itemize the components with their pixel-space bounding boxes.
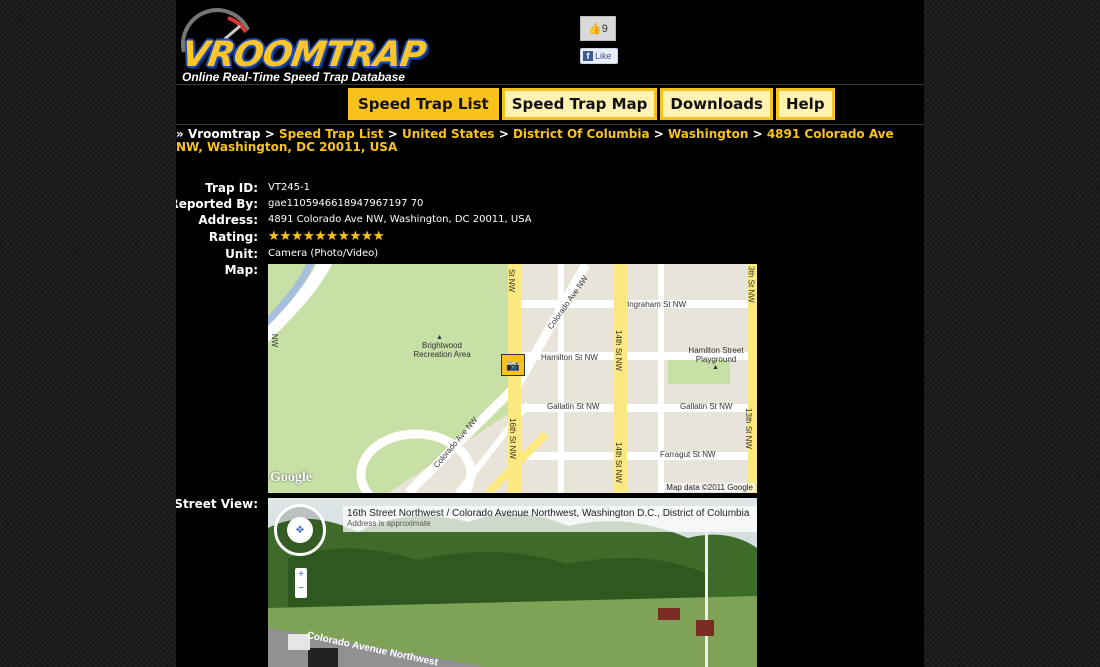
map-label-16th-bottom: 16th St NW [507, 418, 517, 459]
nav-speed-trap-map[interactable]: Speed Trap Map [501, 88, 658, 120]
star-icon: ★ [361, 228, 373, 243]
breadcrumb-separator: > [653, 127, 664, 141]
logo-wordmark: VROOMTRAP [179, 35, 428, 75]
trap-id-label: Trap ID: [205, 181, 258, 195]
nav-downloads[interactable]: Downloads [660, 88, 773, 120]
star-icon: ★ [291, 228, 303, 243]
nav-speed-trap-list[interactable]: Speed Trap List [348, 88, 499, 120]
breadcrumb-separator: > [387, 127, 398, 141]
star-icon: ★ [268, 228, 280, 243]
star-icon: ★ [372, 228, 385, 243]
thumbs-up-icon: 👍 [588, 23, 602, 35]
google-logo[interactable]: Google [270, 470, 312, 486]
zoom-in-icon[interactable]: + [295, 568, 307, 582]
star-icon: ★ [302, 228, 315, 243]
pan-compass-control[interactable]: ✥ [274, 504, 326, 556]
zoom-out-icon[interactable]: − [295, 582, 307, 596]
zoom-control[interactable]: + − [295, 568, 307, 598]
breadcrumb: » Vroomtrap > Speed Trap List > United S… [176, 128, 924, 154]
trap-id-value: VT245-1 [268, 182, 311, 193]
map-label-gallatin: Gallatin St NW [547, 402, 600, 411]
breadcrumb-speed-trap-list[interactable]: Speed Trap List [279, 127, 384, 141]
page-container: VROOMTRAP Online Real-Time Speed Trap Da… [176, 0, 924, 667]
map-label-rec-area: Brightwood Recreation Area [413, 341, 471, 359]
breadcrumb-home[interactable]: Vroomtrap [188, 127, 261, 141]
map-label-14th-top: 14th St NW [613, 330, 623, 371]
map-label-13th-top: 3th St NW [746, 266, 756, 303]
street-view[interactable]: 16th Street Northwest / Colorado Avenue … [268, 498, 757, 667]
star-icon: ★ [337, 228, 350, 243]
social-buttons: 👍 9 f Like [580, 16, 618, 64]
map-label-14th-bottom: 14th St NW [613, 442, 623, 483]
map-label-playground: Hamilton Street Playground [688, 346, 744, 364]
breadcrumb-country[interactable]: United States [402, 127, 495, 141]
unit-label: Unit: [225, 247, 258, 261]
street-view-title: 16th Street Northwest / Colorado Avenue … [347, 508, 750, 519]
nav-divider [176, 124, 924, 125]
map-label-hamilton: Hamilton St NW [541, 353, 598, 362]
rating-label: Rating: [208, 230, 258, 244]
map-label-gallatin-right: Gallatin St NW [680, 402, 733, 411]
like-count: 9 [601, 22, 608, 35]
breadcrumb-state[interactable]: District Of Columbia [513, 127, 650, 141]
address-value: 4891 Colorado Ave NW, Washington, DC 200… [268, 214, 532, 225]
star-icon: ★ [349, 228, 362, 243]
map-attribution: Map data ©2011 Google [664, 483, 755, 492]
map-label-farragut: Farragut St NW [660, 450, 716, 459]
facebook-icon: f [583, 51, 593, 61]
map-label-nw: NW [270, 333, 280, 348]
breadcrumb-separator: > [752, 127, 763, 141]
street-view-label: Street View: [176, 497, 258, 511]
vroomtrap-logo[interactable]: VROOMTRAP Online Real-Time Speed Trap Da… [178, 2, 478, 84]
map-label-13th-bottom: 13th St NW [743, 408, 753, 449]
breadcrumb-prefix: » [176, 127, 184, 141]
star-icon: ★ [279, 228, 292, 243]
breadcrumb-separator: > [498, 127, 509, 141]
star-icon: ★ [326, 228, 338, 243]
location-map[interactable]: Ingraham St NW Hamilton St NW Hamilton S… [268, 264, 757, 493]
address-label: Address: [198, 213, 258, 227]
thumbs-up-button[interactable]: 👍 9 [580, 16, 616, 41]
map-label: Map: [224, 263, 258, 277]
facebook-like-label: Like [595, 51, 612, 61]
park-icon: ▲ [712, 364, 719, 371]
rating-stars: ★ ★ ★ ★ ★ ★ ★ ★ ★ ★ [268, 229, 385, 243]
logo-tagline: Online Real-Time Speed Trap Database [182, 70, 405, 84]
star-icon: ★ [314, 228, 327, 243]
unit-value: Camera (Photo/Video) [268, 248, 379, 259]
facebook-like-button[interactable]: f Like [580, 48, 618, 64]
street-view-address-box: 16th Street Northwest / Colorado Avenue … [343, 506, 757, 532]
nav-help[interactable]: Help [775, 88, 835, 120]
header-divider [176, 84, 924, 85]
reported-by-label: Reported By: [176, 197, 258, 211]
park-icon: ▲ [436, 334, 443, 341]
breadcrumb-separator: > [264, 127, 275, 141]
reported-by-value: gae1105946618947967197 70 [268, 198, 424, 209]
street-view-subtitle: Address is approximate [347, 519, 431, 528]
breadcrumb-city[interactable]: Washington [668, 127, 748, 141]
camera-marker-icon[interactable]: 📷 [501, 354, 525, 376]
pan-arrows-icon[interactable]: ✥ [287, 517, 313, 543]
map-label-ingraham: Ingraham St NW [627, 300, 687, 309]
main-nav: Speed Trap List Speed Trap Map Downloads… [348, 88, 835, 120]
map-label-16th-top: St NW [507, 268, 517, 293]
